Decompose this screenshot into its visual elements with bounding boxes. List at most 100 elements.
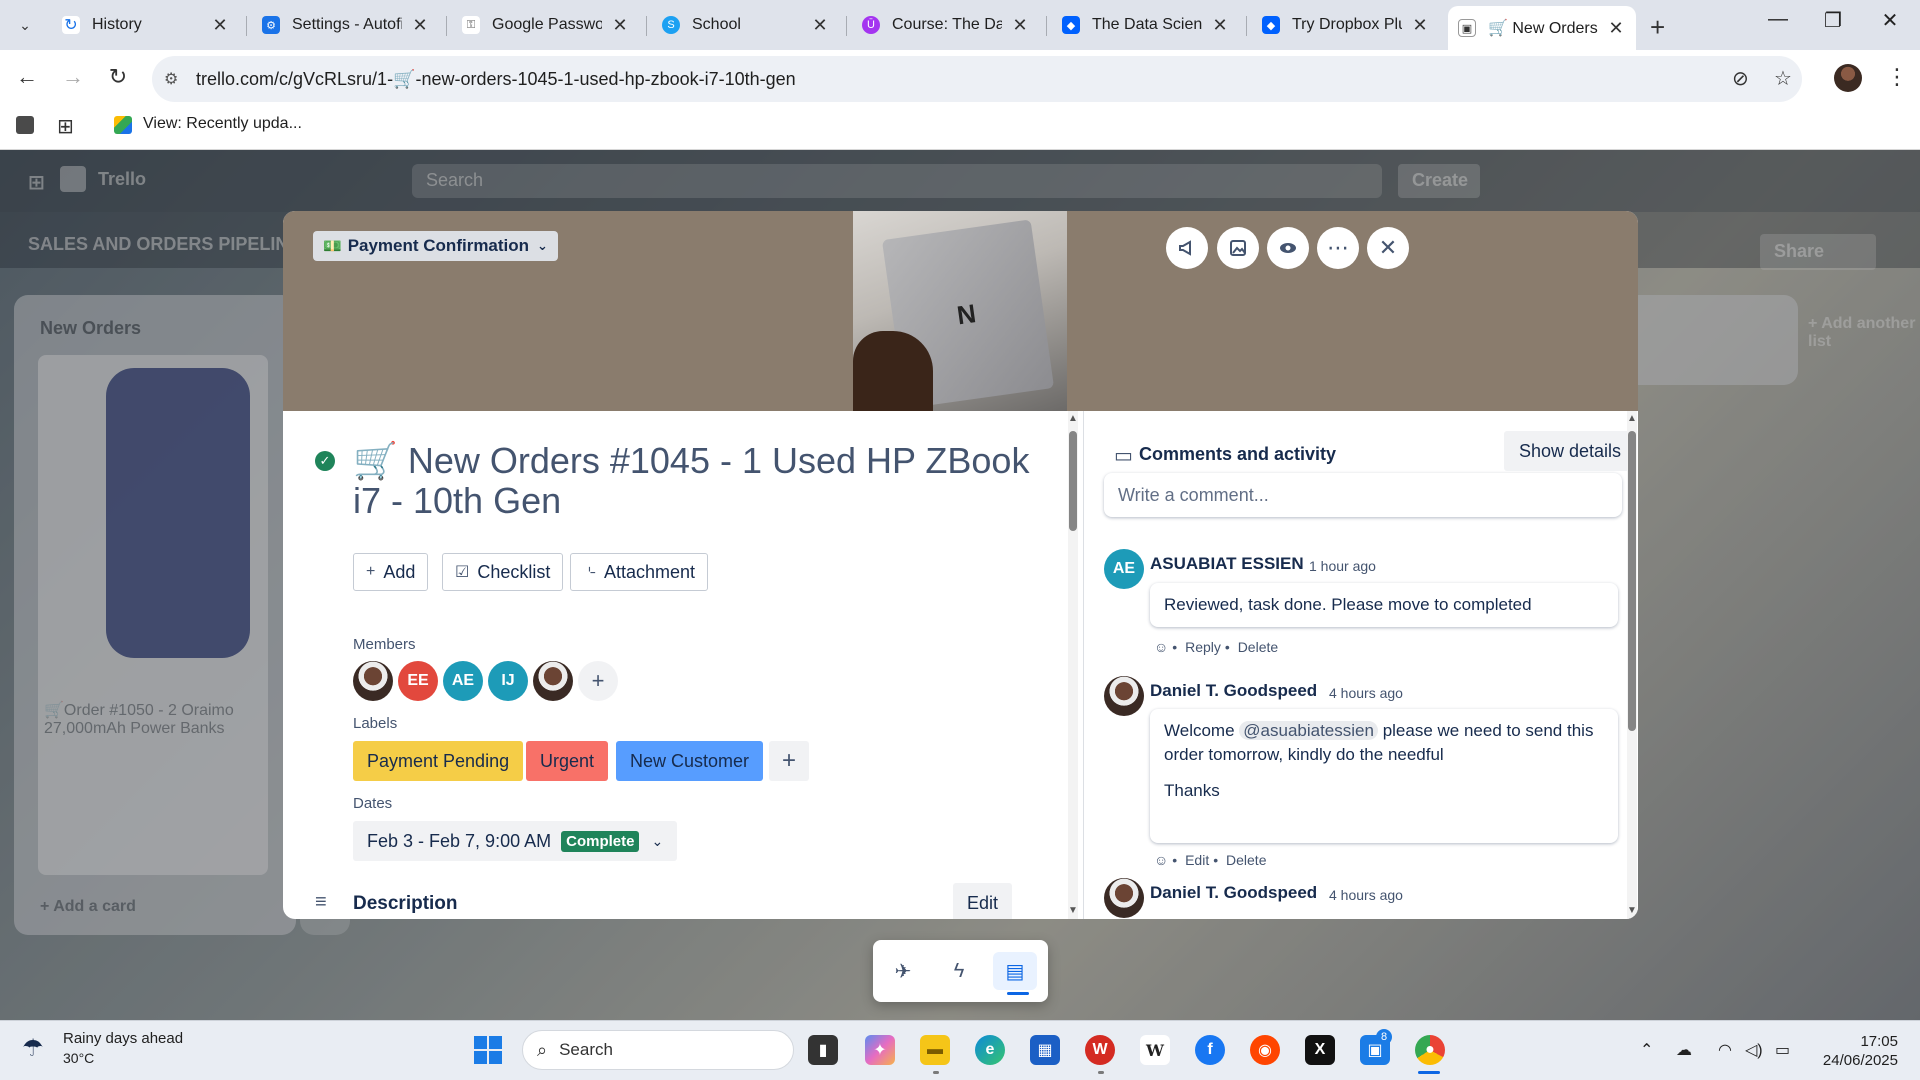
avatar[interactable]: AE (1104, 549, 1144, 589)
chrome-icon[interactable]: ● (1415, 1035, 1445, 1065)
watch-eye-icon[interactable] (1267, 227, 1309, 269)
file-explorer-icon[interactable]: ▬ (920, 1035, 950, 1065)
close-icon[interactable]: ✕ (810, 15, 830, 36)
new-tab-icon[interactable]: + (1650, 12, 1665, 43)
add-member-icon[interactable]: + (578, 661, 618, 701)
avatar[interactable] (1104, 676, 1144, 716)
facebook-icon[interactable]: f (1195, 1035, 1225, 1065)
label-payment-pending[interactable]: Payment Pending (353, 741, 524, 781)
copilot-icon[interactable]: ✦ (865, 1035, 895, 1065)
comment-author[interactable]: ASUABIAT ESSIEN (1150, 554, 1304, 574)
weather-title[interactable]: Rainy days ahead (63, 1030, 183, 1047)
forward-icon[interactable]: → (58, 64, 88, 90)
comments-panel-icon[interactable]: ▤ (993, 952, 1037, 990)
tray-chevron-up-icon[interactable]: ⌃ (1640, 1040, 1653, 1060)
label-new-customer[interactable]: New Customer (616, 741, 764, 781)
rain-umbrella-icon[interactable]: ☂ (22, 1034, 44, 1063)
tab-history[interactable]: ↻ History ✕ (52, 6, 240, 44)
member-avatar[interactable] (533, 661, 573, 701)
member-avatar[interactable]: AE (443, 661, 483, 701)
avatar[interactable] (1104, 878, 1144, 918)
main-scrollbar[interactable]: ▲ ▼ (1068, 411, 1078, 919)
close-icon[interactable]: ✕ (1606, 18, 1626, 39)
edge-icon[interactable]: e (975, 1035, 1005, 1065)
eye-off-icon[interactable]: ⊘ (1732, 66, 1749, 91)
task-view-icon[interactable]: ▮ (808, 1035, 838, 1065)
dates-button[interactable]: Feb 3 - Feb 7, 9:00 AM Complete ⌄ (353, 821, 678, 861)
delete-link[interactable]: Delete (1226, 852, 1266, 868)
site-info-icon[interactable]: ⚙ (164, 69, 178, 89)
add-reaction-icon[interactable]: ☺ (1154, 639, 1168, 655)
store-icon[interactable]: ▦ (1030, 1035, 1060, 1065)
reload-icon[interactable]: ↻ (103, 64, 133, 90)
pin-icon[interactable]: ✈ (881, 952, 925, 990)
tab-settings[interactable]: ⚙ Settings - Autofill ✕ (252, 6, 440, 44)
close-icon[interactable]: ✕ (1010, 15, 1030, 36)
tab-search-chevron-icon[interactable]: ⌄ (10, 10, 40, 40)
weather-temp[interactable]: 30°C (63, 1050, 94, 1066)
apps-grid-icon[interactable]: ⊞ (57, 114, 79, 138)
show-details-button[interactable]: Show details (1504, 431, 1637, 471)
list-selector-button[interactable]: 💵 Payment Confirmation ⌄ (313, 231, 558, 261)
edit-description-button[interactable]: Edit (953, 883, 1013, 919)
clock-time[interactable]: 17:05 (1858, 1033, 1898, 1050)
onedrive-icon[interactable]: ☁ (1676, 1040, 1692, 1060)
bookmark-app-icon[interactable] (16, 116, 34, 134)
complete-check-icon[interactable]: ✓ (315, 451, 335, 471)
edit-link[interactable]: Edit (1185, 852, 1209, 868)
checklist-button[interactable]: ☑ Checklist (442, 553, 564, 591)
more-options-icon[interactable]: ⋯ (1317, 227, 1359, 269)
comment-author[interactable]: Daniel T. Goodspeed (1150, 681, 1317, 701)
restore-icon[interactable]: ❐ (1813, 8, 1853, 33)
clock-date[interactable]: 24/06/2025 (1818, 1052, 1898, 1069)
close-icon[interactable]: ✕ (1210, 15, 1230, 36)
close-icon[interactable]: ✕ (610, 15, 630, 36)
bookmark-link[interactable]: View: Recently upda... (143, 115, 302, 133)
mention-tag[interactable]: @asuabiatessien (1239, 721, 1378, 740)
comment-time[interactable]: 1 hour ago (1309, 558, 1376, 574)
taskbar-search[interactable]: ⌕ Search (522, 1030, 794, 1070)
close-modal-icon[interactable]: ✕ (1367, 227, 1409, 269)
bookmark-star-icon[interactable]: ☆ (1774, 66, 1792, 91)
browser-menu-icon[interactable]: ⋮ (1886, 64, 1908, 90)
activity-scrollbar[interactable]: ▲ ▼ (1627, 411, 1637, 919)
url-text[interactable]: trello.com/c/gVcRLsru/1-🛒-new-orders-104… (196, 69, 796, 90)
reply-link[interactable]: Reply (1185, 639, 1221, 655)
member-avatar[interactable]: IJ (488, 661, 528, 701)
volume-icon[interactable]: ◁) (1745, 1040, 1763, 1060)
label-urgent[interactable]: Urgent (526, 741, 609, 781)
close-icon[interactable]: ✕ (210, 15, 230, 36)
comment-input[interactable]: Write a comment... (1104, 473, 1622, 517)
minimize-icon[interactable]: — (1758, 8, 1798, 31)
add-button[interactable]: + Add (353, 553, 429, 591)
attachment-button[interactable]: ⌎ Attachment (570, 553, 708, 591)
tab-data-science[interactable]: ◆ The Data Science ✕ (1052, 6, 1240, 44)
scroll-thumb[interactable] (1628, 431, 1636, 731)
tab-course[interactable]: Ū Course: The Data ✕ (852, 6, 1040, 44)
profile-avatar[interactable] (1834, 64, 1862, 92)
wikipedia-icon[interactable]: W (1140, 1035, 1170, 1065)
wps-office-icon[interactable]: W (1085, 1035, 1115, 1065)
scroll-down-icon[interactable]: ▼ (1068, 905, 1078, 916)
comment-author[interactable]: Daniel T. Goodspeed (1150, 883, 1317, 903)
add-reaction-icon[interactable]: ☺ (1154, 852, 1168, 868)
tab-school[interactable]: S School ✕ (652, 6, 840, 44)
comment-time[interactable]: 4 hours ago (1329, 887, 1403, 903)
x-twitter-icon[interactable]: X (1305, 1035, 1335, 1065)
scroll-down-icon[interactable]: ▼ (1627, 905, 1637, 916)
megaphone-icon[interactable] (1166, 227, 1208, 269)
member-avatar[interactable] (353, 661, 393, 701)
delete-link[interactable]: Delete (1238, 639, 1278, 655)
tab-new-orders[interactable]: ▣ 🛒 New Orders ✕ (1448, 6, 1636, 50)
windows-start-icon[interactable] (474, 1036, 502, 1064)
scroll-up-icon[interactable]: ▲ (1627, 413, 1637, 424)
back-icon[interactable]: ← (12, 64, 42, 90)
tab-dropbox-plus[interactable]: ◆ Try Dropbox Plus ✕ (1252, 6, 1440, 44)
window-close-icon[interactable]: ✕ (1870, 8, 1910, 33)
tab-google-password[interactable]: ⚿ Google Password ✕ (452, 6, 640, 44)
add-label-icon[interactable]: + (769, 741, 809, 781)
address-bar[interactable]: ⚙ trello.com/c/gVcRLsru/1-🛒-new-orders-1… (152, 56, 1802, 102)
scroll-thumb[interactable] (1069, 431, 1077, 531)
card-title[interactable]: 🛒 New Orders #1045 - 1 Used HP ZBook i7 … (353, 441, 1033, 521)
reddit-icon[interactable]: ◉ (1250, 1035, 1280, 1065)
